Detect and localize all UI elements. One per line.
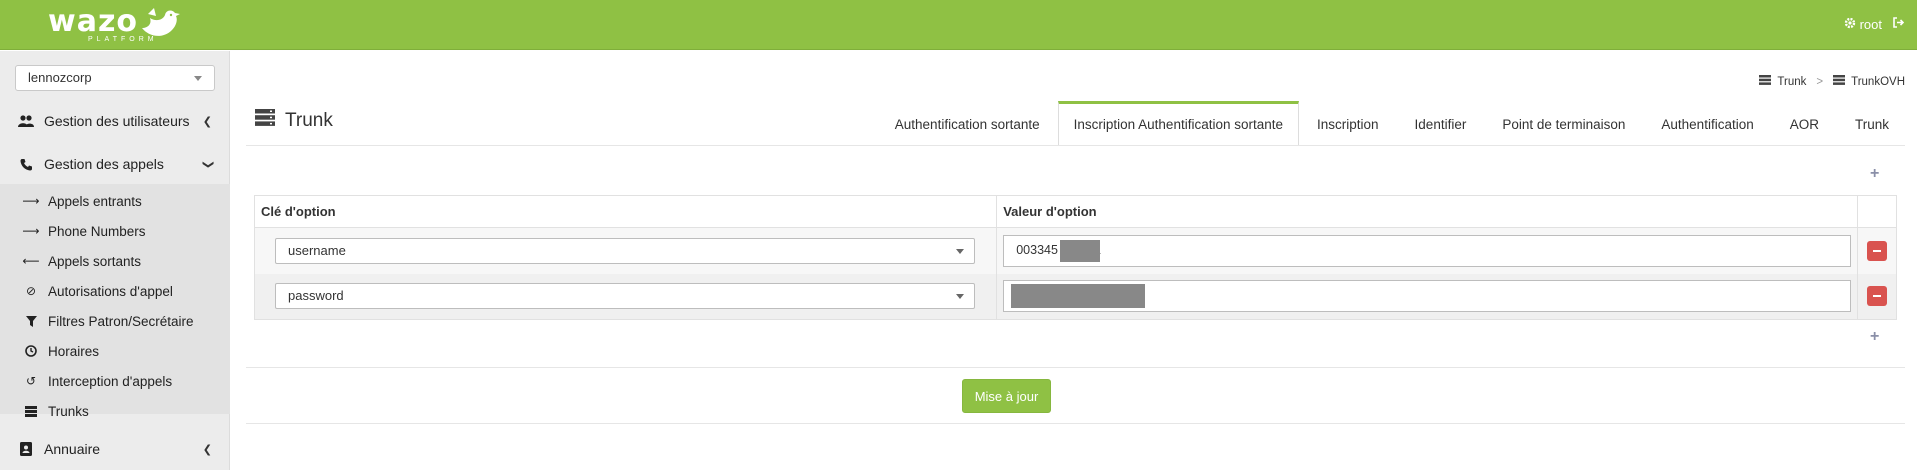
user-menu[interactable]: root [1844,17,1882,32]
chevron-left-icon: ❮ [202,116,212,128]
option-key-select[interactable]: username [275,237,975,264]
tab-aor[interactable]: AOR [1772,101,1837,145]
sidebar-item-call-filters[interactable]: Filtres Patron/Secrétaire [24,306,194,336]
table-row: username 0033451 [253,227,1897,274]
redaction-block [1011,284,1146,309]
sidebar-item-schedules[interactable]: Horaires [24,336,99,366]
option-value-input[interactable] [1003,280,1852,313]
sidebar-item-trunks[interactable]: Trunks [24,396,89,426]
sidebar-item-label: Filtres Patron/Secrétaire [48,313,194,329]
sidebar-group-label: Gestion des utilisateurs [44,113,190,129]
column-header-value: Valeur d'option [996,195,1859,228]
option-key-value: username [288,242,346,258]
sidebar-item-phone-numbers[interactable]: ⟶ Phone Numbers [22,216,146,246]
sidebar-item-call-permissions[interactable]: ⊘ Autorisations d'appel [24,276,173,306]
caret-down-icon [956,248,964,254]
arrow-right-icon: ⟶ [22,224,40,238]
sidebar-group-directory[interactable]: Annuaire ❮ [0,429,230,469]
gear-icon [1844,17,1856,32]
top-bar: wazo PLATFORM root [0,0,1917,50]
tab-registration-outbound-auth[interactable]: Inscription Authentification sortante [1057,101,1300,145]
arrow-left-icon: ⟵ [22,254,40,268]
tab-registration[interactable]: Inscription [1299,101,1397,145]
tenant-value: lennozcorp [28,70,92,85]
tenant-select[interactable]: lennozcorp [15,65,215,91]
form-divider-top [246,367,1905,368]
tab-outbound-auth[interactable]: Authentification sortante [877,101,1058,145]
wazo-logo[interactable]: wazo PLATFORM [48,4,188,46]
server-icon [255,109,275,132]
tab-auth[interactable]: Authentification [1643,101,1771,145]
sidebar-item-label: Trunks [48,403,89,419]
caret-down-icon [956,294,964,300]
page-title-text: Trunk [285,109,333,131]
breadcrumb-item-trunk[interactable]: Trunk [1777,76,1806,88]
undo-icon: ↺ [25,374,37,388]
tab-identify[interactable]: Identifier [1397,101,1485,145]
logo-wordmark: wazo [48,4,139,39]
form-divider-bottom [246,423,1905,424]
user-name: root [1859,16,1882,32]
breadcrumb-separator: > [1816,75,1824,88]
arrow-right-icon: ⟶ [22,194,40,208]
chevron-down-icon: ❮ [201,159,214,170]
users-icon [18,113,34,129]
sidebar-submenu-calls: ⟶ Appels entrants ⟶ Phone Numbers ⟵ Appe… [0,184,230,419]
redaction-block [1060,239,1101,262]
table-row: password [253,273,1897,320]
page-title: Trunk [255,109,333,132]
sidebar: lennozcorp Gestion des utilisateurs ❮ Ge… [0,51,230,470]
caret-down-icon [194,76,202,81]
add-option-top-icon[interactable]: + [1870,165,1879,183]
sidebar-item-label: Interception d'appels [48,373,173,389]
remove-option-button[interactable] [1867,240,1888,261]
sidebar-group-calls[interactable]: Gestion des appels ❮ [0,144,230,184]
column-header-key: Clé d'option [253,195,998,228]
breadcrumb: Trunk > TrunkOVH [1759,75,1905,88]
sidebar-group-users[interactable]: Gestion des utilisateurs ❮ [0,101,230,141]
bird-logo-icon [142,8,180,36]
address-book-icon [18,441,34,457]
clock-icon [24,345,38,357]
sidebar-item-label: Appels sortants [48,253,142,269]
sidebar-item-outgoing-calls[interactable]: ⟵ Appels sortants [22,246,142,276]
option-value-text: 003345 [1016,242,1058,257]
tab-endpoint[interactable]: Point de terminaison [1484,101,1643,145]
sidebar-group-label: Annuaire [44,441,101,457]
update-button[interactable]: Mise à jour [962,379,1051,413]
sidebar-item-label: Phone Numbers [48,223,146,239]
logout-icon[interactable] [1892,16,1905,32]
sidebar-item-label: Appels entrants [48,193,142,209]
server-icon [1833,75,1846,88]
sidebar-item-incoming-calls[interactable]: ⟶ Appels entrants [22,186,142,216]
phone-icon [18,156,34,172]
breadcrumb-item-current: TrunkOVH [1851,75,1905,88]
server-icon [24,405,38,417]
tab-trunk[interactable]: Trunk [1837,101,1907,145]
server-icon [1759,75,1772,88]
tab-divider [246,145,1905,146]
column-header-actions [1857,195,1897,228]
sidebar-group-label: Gestion des appels [44,156,164,172]
sidebar-item-label: Autorisations d'appel [48,283,173,299]
sidebar-item-call-pickups[interactable]: ↺ Interception d'appels [24,366,172,396]
add-option-bottom-icon[interactable]: + [1870,328,1879,346]
chevron-left-icon: ❮ [202,444,212,456]
sidebar-item-label: Horaires [48,343,100,359]
option-key-select[interactable]: password [275,283,975,310]
filter-icon [24,315,38,327]
option-key-value: password [288,288,344,304]
options-table: Clé d'option Valeur d'option username 00… [253,195,1897,320]
main-content: Trunk > TrunkOVH Trunk Authentification … [231,51,1917,470]
ban-icon: ⊘ [25,284,37,298]
remove-option-button[interactable] [1867,286,1888,307]
option-value-input[interactable]: 0033451 [1003,234,1852,267]
tab-bar: Authentification sortante Inscription Au… [877,101,1907,145]
